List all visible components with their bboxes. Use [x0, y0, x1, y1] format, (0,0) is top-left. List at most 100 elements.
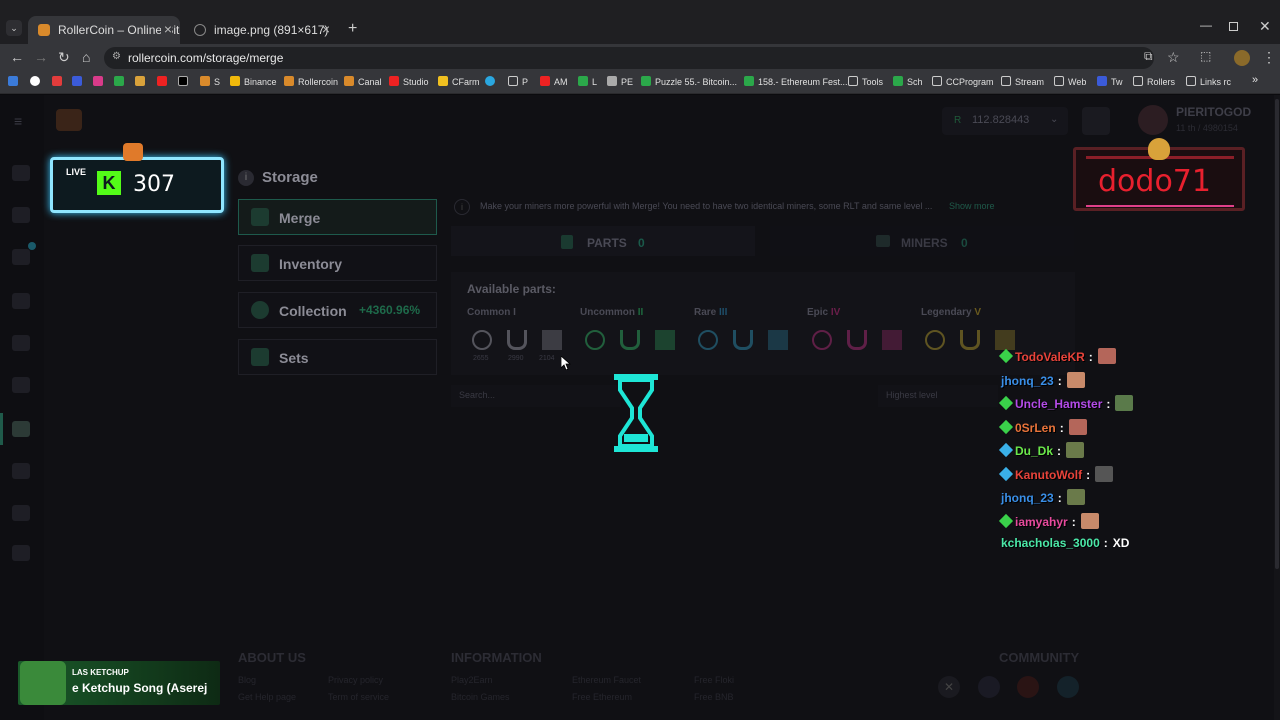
- new-tab-button[interactable]: +: [348, 20, 357, 38]
- bookmark-star-icon[interactable]: ☆: [1167, 49, 1180, 66]
- close-tab-icon[interactable]: ×: [160, 21, 172, 37]
- bookmark-icon[interactable]: [93, 76, 107, 87]
- extensions-icon[interactable]: ⬚: [1200, 49, 1211, 63]
- part-fan-legendary-icon[interactable]: [925, 330, 945, 350]
- bookmark-l[interactable]: L: [578, 76, 597, 87]
- report-nav-icon[interactable]: [12, 545, 30, 561]
- show-more-link[interactable]: Show more: [949, 201, 995, 211]
- footer-link[interactable]: Free Floki: [694, 675, 734, 685]
- bookmark-icon[interactable]: [485, 76, 499, 87]
- profile-avatar[interactable]: [1234, 50, 1250, 66]
- bank-nav-icon[interactable]: [12, 505, 30, 521]
- balance-selector[interactable]: R 112.828443 ⌄: [942, 107, 1068, 135]
- bookmark-icon[interactable]: [178, 76, 192, 87]
- bookmark-rollercoin[interactable]: Rollercoin: [284, 76, 338, 87]
- part-wire-legendary-icon[interactable]: [960, 330, 980, 350]
- part-wire-uncommon-icon[interactable]: [620, 330, 640, 350]
- rollercoin-logo[interactable]: [56, 109, 82, 131]
- tab-image[interactable]: image.png (891×617) ×: [184, 16, 338, 44]
- forward-icon[interactable]: →: [34, 49, 48, 65]
- telegram-social-icon[interactable]: [1057, 676, 1079, 698]
- cart-nav-icon[interactable]: [12, 335, 30, 351]
- bookmark-icon[interactable]: [72, 76, 86, 87]
- menu-sets[interactable]: Sets: [238, 339, 437, 375]
- bookmark-pe[interactable]: PE: [607, 76, 633, 87]
- bookmark-icon[interactable]: [114, 76, 128, 87]
- part-fan-rare-icon[interactable]: [698, 330, 718, 350]
- search-input[interactable]: Search...: [451, 385, 621, 407]
- reload-icon[interactable]: ↻: [58, 49, 70, 66]
- footer-link[interactable]: Play2Earn: [451, 675, 493, 685]
- part-wire-rare-icon[interactable]: [733, 330, 753, 350]
- pc-nav-icon[interactable]: [12, 249, 30, 265]
- trophy-nav-icon[interactable]: [12, 463, 30, 479]
- url-input[interactable]: ⚙ rollercoin.com/storage/merge: [104, 47, 1154, 69]
- bookmark-folder-stream[interactable]: Stream: [1001, 76, 1044, 87]
- menu-collection[interactable]: Collection +4360.96%: [238, 292, 437, 328]
- bookmark-icon[interactable]: [52, 76, 66, 87]
- menu-icon[interactable]: ⋮: [1262, 49, 1276, 66]
- bookmark-binance[interactable]: Binance: [230, 76, 277, 87]
- menu-merge[interactable]: Merge: [238, 199, 437, 235]
- more-bookmarks-icon[interactable]: »: [1252, 74, 1258, 86]
- bookmark-icon[interactable]: [157, 76, 171, 87]
- part-board-uncommon-icon[interactable]: [655, 330, 675, 350]
- bookmark-s[interactable]: S: [200, 76, 220, 87]
- part-wire-epic-icon[interactable]: [847, 330, 867, 350]
- part-board-common-icon[interactable]: [542, 330, 562, 350]
- scrollbar-thumb[interactable]: [1275, 99, 1279, 569]
- bookmark-folder-ccprogram[interactable]: CCProgram: [932, 76, 994, 87]
- bookmark-tw[interactable]: Tw: [1097, 76, 1123, 87]
- calendar-nav-icon[interactable]: [12, 293, 30, 309]
- footer-link[interactable]: Privacy policy: [328, 675, 383, 685]
- bookmark-cfarm[interactable]: CFarm: [438, 76, 480, 87]
- tab-rollercoin[interactable]: RollerCoin – Online Bitcoin Mi ×: [28, 16, 180, 44]
- bookmark-folder-web[interactable]: Web: [1054, 76, 1086, 87]
- game-nav-icon[interactable]: [12, 207, 30, 223]
- bookmark-folder-links-rc[interactable]: Links rc: [1186, 76, 1231, 87]
- footer-link[interactable]: Free Ethereum: [572, 692, 632, 702]
- part-board-legendary-icon[interactable]: [995, 330, 1015, 350]
- bookmark-folder-rollers[interactable]: Rollers: [1133, 76, 1175, 87]
- wallet-button[interactable]: [1082, 107, 1110, 135]
- bookmark-folder-p[interactable]: P: [508, 76, 528, 87]
- part-board-epic-icon[interactable]: [882, 330, 902, 350]
- minimize-icon[interactable]: —: [1200, 18, 1212, 32]
- part-board-rare-icon[interactable]: [768, 330, 788, 350]
- hamburger-menu-icon[interactable]: ≡: [14, 113, 22, 129]
- part-wire-common-icon[interactable]: [507, 330, 527, 350]
- bookmark-folder-tools[interactable]: Tools: [848, 76, 883, 87]
- part-fan-uncommon-icon[interactable]: [585, 330, 605, 350]
- footer-link[interactable]: Get Help page: [238, 692, 296, 702]
- restore-icon[interactable]: [1229, 22, 1238, 31]
- part-fan-epic-icon[interactable]: [812, 330, 832, 350]
- menu-inventory[interactable]: Inventory: [238, 245, 437, 281]
- marketplace-nav-icon[interactable]: [12, 377, 30, 393]
- x-social-icon[interactable]: ✕: [938, 676, 960, 698]
- user-avatar[interactable]: [1138, 105, 1168, 135]
- bookmark-icon[interactable]: [30, 76, 44, 87]
- storage-nav-icon[interactable]: [12, 421, 30, 437]
- youtube-social-icon[interactable]: [1017, 676, 1039, 698]
- home-icon[interactable]: ⌂: [82, 49, 90, 65]
- tab-search-button[interactable]: ⌄: [6, 20, 22, 36]
- footer-link[interactable]: Free BNB: [694, 692, 734, 702]
- sort-dropdown[interactable]: Highest level: [878, 385, 998, 407]
- part-fan-common-icon[interactable]: [472, 330, 492, 350]
- bookmark-am[interactable]: AM: [540, 76, 568, 87]
- bookmark-icon[interactable]: [8, 76, 22, 87]
- home-nav-icon[interactable]: [12, 165, 30, 181]
- footer-link[interactable]: Bitcoin Games: [451, 692, 510, 702]
- bookmark-ethereum-fest[interactable]: 158.- Ethereum Fest...: [744, 76, 848, 87]
- tab-miners[interactable]: MINERS 0: [770, 226, 1074, 256]
- close-tab-icon[interactable]: ×: [322, 21, 330, 37]
- site-info-icon[interactable]: ⚙: [112, 51, 121, 62]
- back-icon[interactable]: ←: [10, 49, 24, 65]
- tab-parts[interactable]: PARTS 0: [451, 226, 755, 256]
- bookmark-icon[interactable]: [135, 76, 149, 87]
- bookmark-sch[interactable]: Sch: [893, 76, 923, 87]
- discord-social-icon[interactable]: [978, 676, 1000, 698]
- footer-link[interactable]: Ethereum Faucet: [572, 675, 641, 685]
- bookmark-studio[interactable]: Studio: [389, 76, 429, 87]
- close-window-icon[interactable]: ✕: [1259, 18, 1271, 35]
